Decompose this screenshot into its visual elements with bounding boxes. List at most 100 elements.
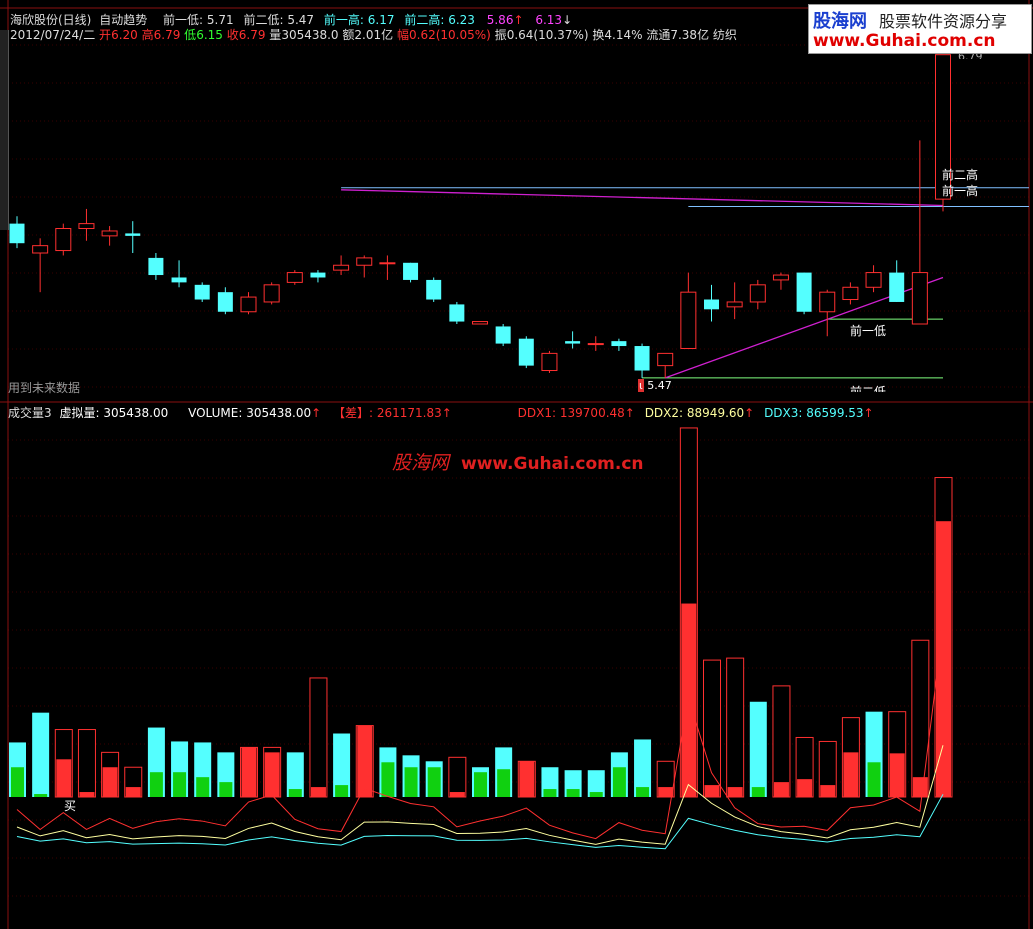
virtual-value: 305438.00 [103, 406, 169, 420]
prev-low1-value: 5.71 [206, 13, 234, 27]
candle [796, 272, 812, 315]
candle-body [379, 262, 396, 265]
candle-body [889, 272, 905, 302]
candle [403, 262, 419, 283]
volume-bar [841, 717, 860, 798]
candle-body [55, 228, 72, 252]
candle-body [101, 230, 118, 237]
candle-body [911, 272, 928, 325]
volume-bar [32, 712, 50, 797]
volume-bar [333, 733, 351, 797]
open-value: 6.20 [111, 28, 138, 42]
candle-body [78, 223, 95, 230]
volume-fill [867, 762, 881, 797]
volume-bar [379, 747, 397, 797]
prev-high1-label: 前一高: [323, 13, 364, 27]
volume-fill [357, 725, 373, 797]
candle [911, 140, 928, 325]
future-data-note: 用到未来数据 [8, 381, 81, 395]
volume-fill [797, 779, 813, 797]
candle [101, 226, 118, 246]
volume-fill [11, 767, 24, 797]
float-label: 流通 [646, 28, 671, 42]
volume-fill [751, 787, 765, 797]
volume-fill [704, 785, 720, 797]
volume-fill [843, 752, 859, 797]
logo-url: www.Guhai.com.cn [813, 31, 996, 51]
candle [680, 272, 697, 349]
indicator-name: 自动趋势 [99, 13, 148, 27]
candle-body [9, 223, 25, 244]
candle-body [796, 272, 812, 312]
volume-bar [217, 752, 235, 797]
amplitude-label: 振 [494, 28, 507, 42]
candle-body [680, 291, 697, 349]
volume-fill [381, 762, 395, 797]
volume-bar [634, 739, 652, 797]
resistance-trend-line [341, 189, 944, 207]
ddx1-value: 139700.48 [559, 406, 625, 420]
diff-value: 261171.83 [376, 406, 442, 420]
volume-outline [726, 657, 745, 798]
candle-body [749, 284, 766, 303]
candle [565, 331, 581, 349]
candle [842, 282, 859, 305]
candle [148, 253, 164, 280]
volume-fill [56, 759, 72, 797]
candle [749, 279, 766, 310]
low-label: 低 [184, 28, 197, 42]
candle-body [240, 296, 257, 313]
candle-body [472, 321, 488, 325]
candle [356, 255, 373, 278]
volume-fill [912, 777, 928, 797]
turnover-value: 4.14% [604, 28, 643, 42]
prev-low1-label: 前一低: [163, 13, 204, 27]
diff-label: 【差】: [333, 406, 374, 420]
label-prev-low1: 前一低 [850, 324, 887, 338]
volume-fill [636, 787, 650, 797]
volume-fill [566, 789, 580, 797]
volume-bar [703, 659, 721, 798]
candle-body [657, 352, 674, 367]
volume-fill [173, 772, 187, 797]
volume-value: 305438.0 [281, 28, 339, 42]
extra-value-2: 6.13 [535, 13, 563, 27]
candle-body [148, 257, 164, 276]
logo-slogan: 股票软件资源分享 [879, 12, 1008, 31]
candle [889, 260, 905, 302]
candle-body [449, 304, 465, 322]
side-tab-strip[interactable] [0, 30, 9, 230]
volume-bar [610, 752, 628, 797]
prev-high2-label: 前二高: [404, 13, 445, 27]
close-label: 收 [226, 28, 239, 42]
volume-bar [263, 746, 282, 798]
low-marker: ι 5.47 [638, 379, 672, 392]
candle [194, 282, 210, 302]
high-value: 6.79 [153, 28, 181, 42]
volume-bar [54, 729, 73, 798]
watermark-url: www.Guhai.com.cn [461, 454, 644, 474]
candle-body [518, 338, 534, 366]
candle-body [310, 272, 326, 278]
float-value: 7.38亿 [670, 28, 710, 42]
volume-bar [818, 740, 837, 798]
volume-fill [936, 521, 951, 797]
volume-bar [795, 736, 814, 798]
change-value: 0.62(10.05%) [409, 28, 491, 42]
candle [449, 301, 465, 324]
volume-fill [125, 787, 141, 797]
volume-fill [288, 789, 302, 797]
prev-high2-value: 6.23 [448, 13, 475, 27]
volume-outline [911, 639, 930, 798]
extra-value-1: 5.86 [486, 13, 514, 27]
candle-body [819, 291, 836, 313]
candle [263, 282, 280, 305]
volume-bar [679, 427, 698, 798]
candle [78, 208, 95, 241]
candle [286, 270, 303, 285]
candle-body [32, 245, 49, 254]
volume-bar [472, 767, 489, 797]
volume-fill [727, 787, 743, 797]
candle [634, 343, 650, 378]
candle [772, 272, 789, 290]
